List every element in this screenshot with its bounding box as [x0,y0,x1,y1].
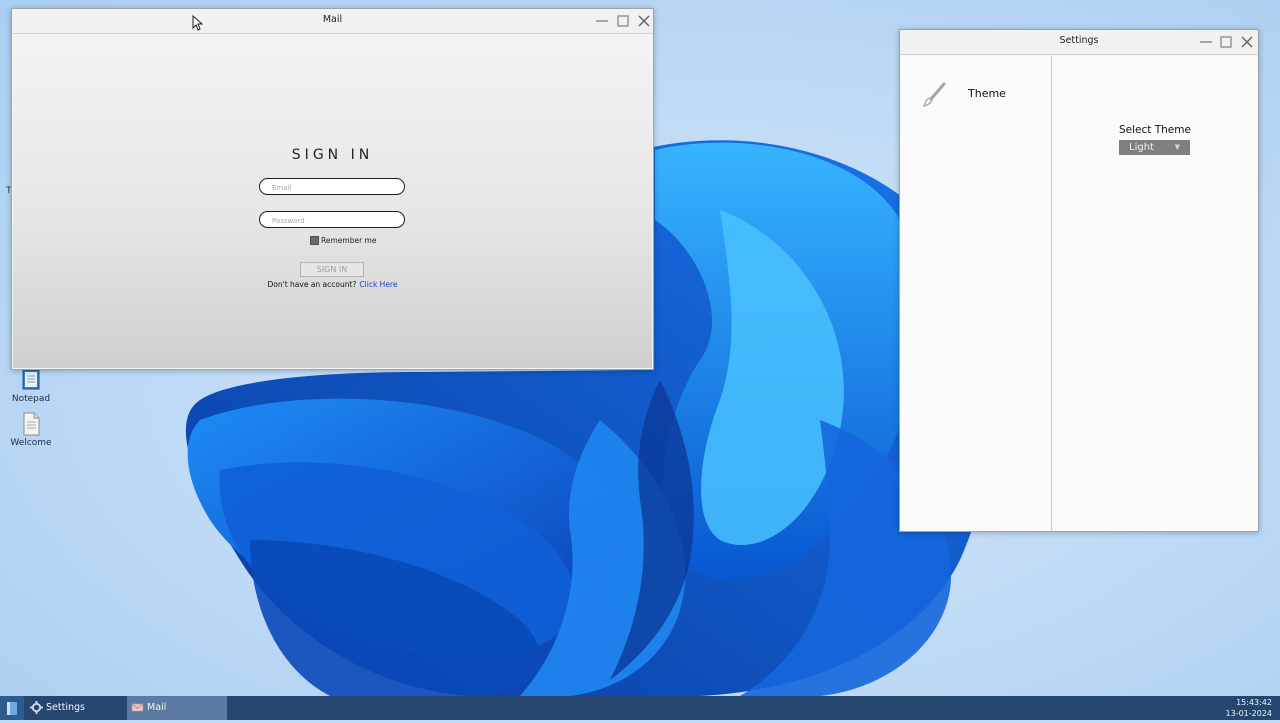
minimize-icon[interactable] [1198,34,1214,50]
taskbar-item-label: Mail [147,702,167,713]
theme-dropdown-value: Light [1129,142,1154,153]
settings-titlebar[interactable]: Settings [900,30,1258,55]
settings-sidebar: Theme [900,56,1052,531]
taskbar-item-mail[interactable]: Mail [127,696,227,720]
mail-icon [131,703,144,712]
settings-window: Settings Theme Select Theme Light ▼ [899,29,1259,532]
password-field[interactable] [259,211,405,228]
close-icon[interactable] [1239,34,1255,50]
close-icon[interactable] [636,13,652,29]
paintbrush-icon [923,82,946,107]
mail-window: Mail SIGN IN Remember me SIGN IN Don't h… [11,8,654,370]
taskbar-clock[interactable]: 15:43:42 13-01-2024 [1226,697,1273,719]
document-icon [23,412,40,436]
maximize-icon[interactable] [1218,34,1234,50]
remember-me-row[interactable]: Remember me [310,236,376,245]
signin-heading: SIGN IN [291,147,374,163]
sidebar-item-theme[interactable]: Theme [922,82,1042,108]
settings-content: Theme Select Theme Light ▼ [900,56,1258,531]
mail-window-title: Mail [322,14,343,25]
taskbar-item-label: Settings [46,702,85,713]
chevron-down-icon: ▼ [1174,143,1180,151]
remember-me-checkbox[interactable] [310,236,319,245]
taskbar-item-settings[interactable]: Settings [26,696,124,720]
email-field[interactable] [259,178,405,195]
minimize-icon[interactable] [594,13,610,29]
sidebar-item-label: Theme [968,87,1006,100]
signin-button[interactable]: SIGN IN [300,262,364,277]
start-menu-icon [7,702,17,715]
taskbar: Settings Mail 15:43:42 13-01-2024 [0,696,1280,720]
remember-me-label: Remember me [321,236,377,245]
notepad-icon [22,369,40,390]
start-button[interactable] [0,696,24,720]
mail-content: SIGN IN Remember me SIGN IN Don't have a… [13,35,652,368]
gear-icon [30,701,43,714]
click-here-link[interactable]: Click Here [359,280,397,289]
account-prompt-text: Don't have an account? [267,280,357,289]
desktop-icon-label: Notepad [11,394,51,404]
clock-date: 13-01-2024 [1225,709,1273,718]
desktop-icon-notepad[interactable]: Notepad [3,368,59,404]
select-theme-label: Select Theme [1119,124,1191,136]
theme-dropdown[interactable]: Light ▼ [1119,140,1190,155]
desktop-icon-label: Welcome [10,438,52,448]
clock-time: 15:43:42 [1236,698,1272,707]
desktop-icon-welcome[interactable]: Welcome [3,412,59,448]
mouse-cursor-icon [192,15,204,31]
account-prompt-row: Don't have an account? Click Here [13,280,652,289]
maximize-icon[interactable] [615,13,631,29]
mail-titlebar[interactable]: Mail [12,9,653,34]
